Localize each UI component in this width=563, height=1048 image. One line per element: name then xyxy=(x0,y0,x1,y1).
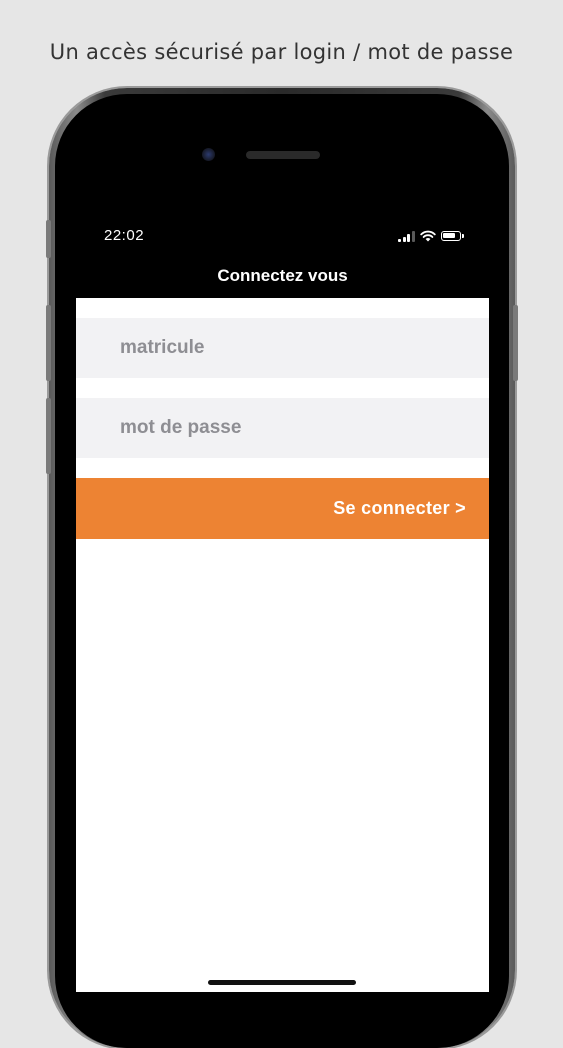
power-button xyxy=(513,305,518,381)
battery-icon xyxy=(440,231,464,241)
mute-switch xyxy=(46,220,51,258)
caption-text: Un accès sécurisé par login / mot de pas… xyxy=(49,40,514,64)
volume-up-button xyxy=(46,305,51,381)
wifi-icon xyxy=(419,230,436,242)
password-field[interactable]: mot de passe xyxy=(76,398,489,458)
login-button[interactable]: Se connecter > xyxy=(76,478,489,539)
status-time: 22:02 xyxy=(104,227,145,244)
cellular-signal-icon xyxy=(398,230,415,242)
home-indicator[interactable] xyxy=(208,980,356,985)
earpiece-speaker xyxy=(246,151,320,159)
volume-down-button xyxy=(46,398,51,474)
login-screen: matricule mot de passe Se connecter > xyxy=(76,298,489,992)
status-icons xyxy=(398,229,464,243)
front-camera xyxy=(202,148,215,161)
page-title: Connectez vous xyxy=(217,266,348,285)
matricule-field[interactable]: matricule xyxy=(76,318,489,378)
